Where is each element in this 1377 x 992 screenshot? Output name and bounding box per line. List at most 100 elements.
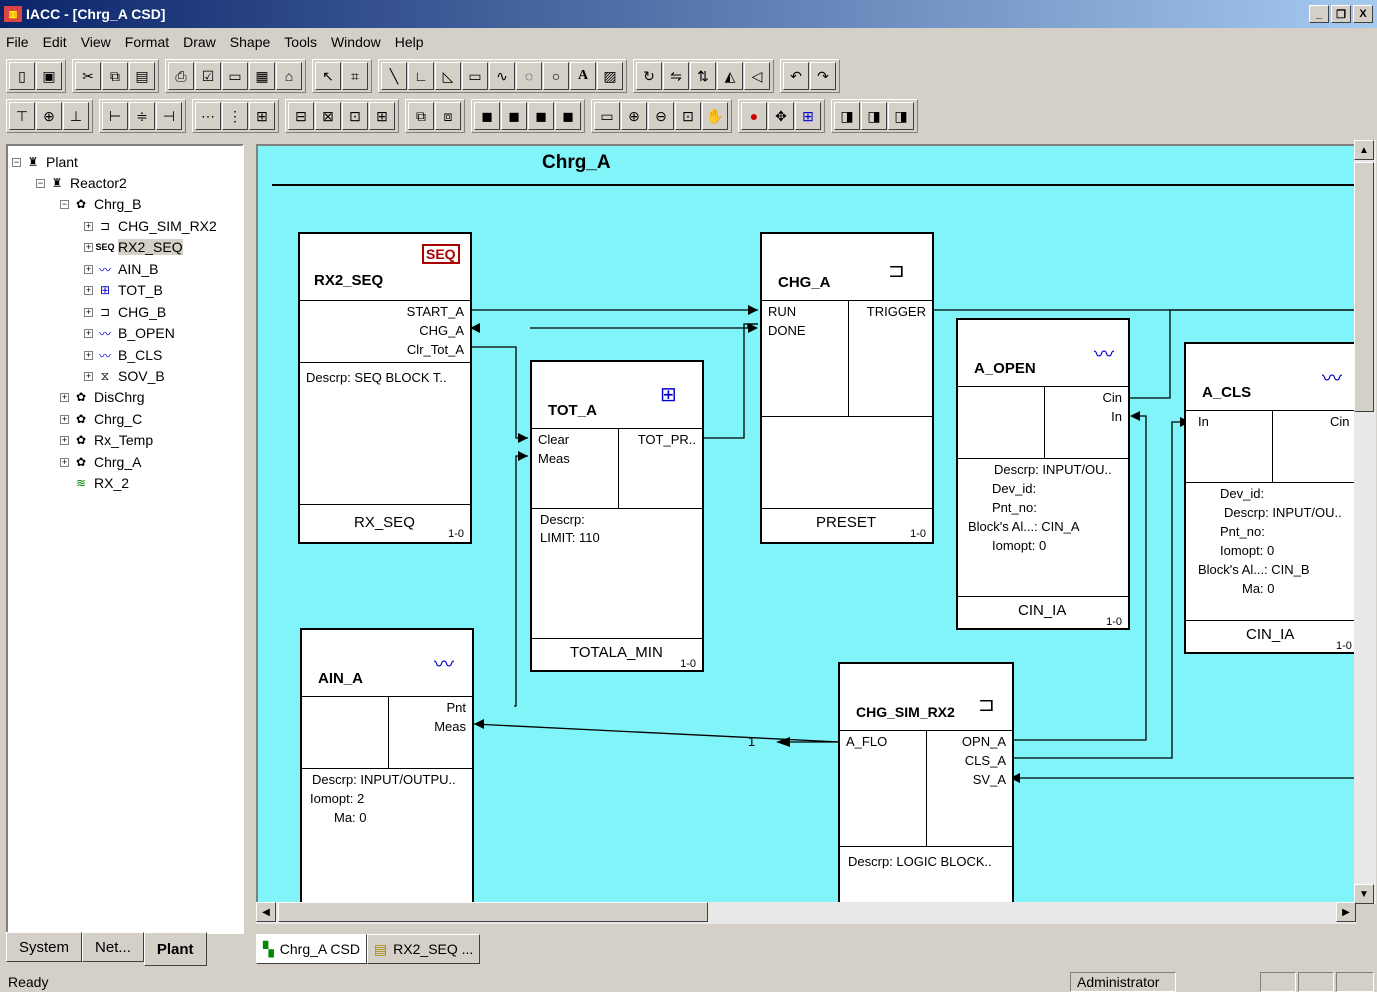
flip-v-icon[interactable]: ⇅ [690,62,716,90]
curve-icon[interactable]: ∿ [489,62,515,90]
menu-shape[interactable]: Shape [230,34,270,50]
diagram-canvas[interactable]: Chrg_A 1 RX2_SEQ SEQ START_A CHG_A Clr_T… [256,144,1360,902]
tree-node-tot-b[interactable]: + ⊞ TOT_B [84,280,163,300]
undo-icon[interactable]: ↶ [783,62,809,90]
tree-node-b-cls[interactable]: + 〰 B_CLS [84,345,162,365]
zoom-out-icon[interactable]: ⊖ [648,102,674,130]
expand-icon[interactable]: + [84,307,93,317]
page-icon[interactable]: ▭ [594,102,620,130]
pin-cin[interactable]: Cin [1102,390,1122,405]
pin-cin[interactable]: Cin [1330,414,1350,429]
cut-icon[interactable]: ✂ [75,62,101,90]
group-icon[interactable]: ⊞ [249,102,275,130]
mirror-icon[interactable]: ◭ [717,62,743,90]
block-a-open[interactable]: A_OPEN 〰 Cin In Descrp: INPUT/OU.. Dev_i… [956,318,1130,630]
tab-plant[interactable]: Plant [143,932,207,966]
pin-pnt[interactable]: Pnt [446,700,466,715]
collapse-icon[interactable]: − [12,157,21,167]
pin-sv-a[interactable]: SV_A [973,772,1006,787]
tree-node-rx-2[interactable]: ≋ RX_2 [72,473,129,493]
restore-button[interactable]: ❐ [1331,5,1351,23]
menu-format[interactable]: Format [125,34,169,50]
menu-file[interactable]: File [6,34,29,50]
tab-rx2-seq[interactable]: ▤ RX2_SEQ ... [366,934,481,964]
pan-hand-icon[interactable]: ✋ [702,102,728,130]
collapse-icon[interactable]: − [36,178,45,188]
tree-node-ain-b[interactable]: + 〰 AIN_B [84,259,158,279]
grid-icon[interactable]: ⊞ [795,102,821,130]
menu-help[interactable]: Help [395,34,424,50]
expand-icon[interactable]: + [84,350,93,360]
pin-opn-a[interactable]: OPN_A [962,734,1006,749]
layer1-icon[interactable]: ◼ [474,102,500,130]
polygon-icon[interactable]: ◺ [435,62,461,90]
tab-chrg-a-csd[interactable]: ▚ Chrg_A CSD [256,934,367,964]
new-icon[interactable]: ▯ [9,62,35,90]
align-center-icon[interactable]: ≑ [129,102,155,130]
line-icon[interactable]: ╲ [381,62,407,90]
menu-view[interactable]: View [81,34,111,50]
scroll-left-icon[interactable]: ◀ [256,902,276,922]
horizontal-scrollbar[interactable]: ◀ ▶ [256,902,1356,924]
block-rx2-seq[interactable]: RX2_SEQ SEQ START_A CHG_A Clr_Tot_A Desc… [298,232,472,544]
space-v-icon[interactable]: ⋮ [222,102,248,130]
pointer-icon[interactable]: ↖ [315,62,341,90]
pin-clear[interactable]: Clear [538,432,569,447]
block-ain-a[interactable]: AIN_A 〰 Pnt Meas Descrp: INPUT/OUTPU.. I… [300,628,474,902]
expand-icon[interactable]: + [84,285,93,295]
expand-icon[interactable]: + [84,328,93,338]
tree-node-chrg-c[interactable]: + ✿ Chrg_C [60,409,142,429]
align-top-icon[interactable]: ⊤ [9,102,35,130]
tree-node-chg-b[interactable]: + ⊐ CHG_B [84,302,166,322]
tree-node-chrg-b[interactable]: − ✿ Chrg_B [60,194,141,214]
layer3-icon[interactable]: ◼ [528,102,554,130]
flip-h-icon[interactable]: ⇋ [663,62,689,90]
scroll-up-icon[interactable]: ▲ [1354,140,1374,160]
tree-node-b-open[interactable]: + 〰 B_OPEN [84,323,175,343]
window-icon[interactable]: ▭ [222,62,248,90]
close-button[interactable]: X [1353,5,1373,23]
paste-icon[interactable]: ▤ [129,62,155,90]
tree-node-chrg-a[interactable]: + ✿ Chrg_A [60,452,141,472]
copy-icon[interactable]: ⧉ [102,62,128,90]
same-height-icon[interactable]: ⊠ [315,102,341,130]
block-tot-a[interactable]: TOT_A ⊞ Clear Meas TOT_PR.. Descrp: LIMI… [530,360,704,672]
arrow-left-icon[interactable]: ◁ [744,62,770,90]
align-middle-icon[interactable]: ⊕ [36,102,62,130]
tree-node-plant[interactable]: − ♜ Plant [12,152,78,172]
block-template3-icon[interactable]: ◨ [888,102,914,130]
connector-icon[interactable]: ⌗ [342,62,368,90]
align-bottom-icon[interactable]: ⊥ [63,102,89,130]
text-icon[interactable]: A [570,62,596,90]
expand-icon[interactable]: + [84,221,93,231]
expand-icon[interactable]: + [60,457,69,467]
pin-clr-tot-a[interactable]: Clr_Tot_A [407,342,464,357]
pin-chg-a[interactable]: CHG_A [419,323,464,338]
polyline-icon[interactable]: ∟ [408,62,434,90]
block-template2-icon[interactable]: ◨ [861,102,887,130]
pin-done[interactable]: DONE [768,323,806,338]
expand-icon[interactable]: + [60,414,69,424]
print-icon[interactable]: ⎙ [168,62,194,90]
zoom-in-icon[interactable]: ⊕ [621,102,647,130]
image-icon[interactable]: ▨ [597,62,623,90]
same-size-icon[interactable]: ⊡ [342,102,368,130]
pin-run[interactable]: RUN [768,304,796,319]
pin-cls-a[interactable]: CLS_A [965,753,1006,768]
expand-icon[interactable]: + [60,435,69,445]
pin-tot-pr[interactable]: TOT_PR.. [638,432,696,447]
align-left-icon[interactable]: ⊢ [102,102,128,130]
redo-icon[interactable]: ↷ [810,62,836,90]
vertical-scrollbar[interactable]: ▲ ▼ [1354,140,1376,904]
rotate-icon[interactable]: ↻ [636,62,662,90]
menu-draw[interactable]: Draw [183,34,216,50]
expand-icon[interactable]: + [84,242,93,252]
scroll-down-icon[interactable]: ▼ [1354,884,1374,904]
vertical-scroll-thumb[interactable] [1354,162,1374,412]
pin-a-flo[interactable]: A_FLO [846,734,887,749]
block-template1-icon[interactable]: ◨ [834,102,860,130]
tab-system[interactable]: System [6,932,83,962]
menu-window[interactable]: Window [331,34,381,50]
layer2-icon[interactable]: ◼ [501,102,527,130]
color-icon[interactable]: ● [741,102,767,130]
